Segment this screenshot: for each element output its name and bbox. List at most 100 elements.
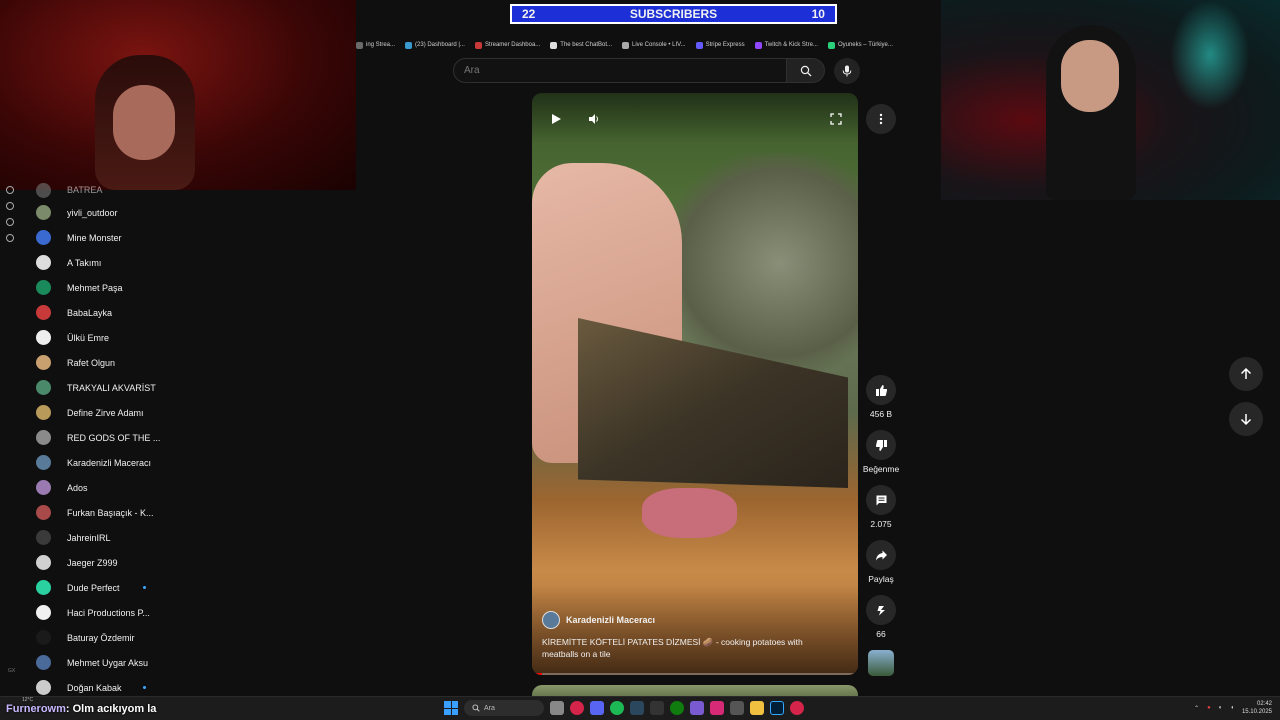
channel-avatar bbox=[36, 655, 51, 670]
subscriber-goal-title: SUBSCRIBERS bbox=[629, 7, 718, 21]
feedback-icon[interactable] bbox=[6, 218, 14, 226]
subscription-item[interactable]: Dude Perfect bbox=[36, 575, 186, 600]
taskbar-search[interactable]: Ara bbox=[464, 700, 544, 716]
subscription-name: RED GODS OF THE ... bbox=[67, 432, 161, 443]
bookmark-icon bbox=[474, 41, 482, 49]
subscription-item[interactable]: Ülkü Emre bbox=[36, 325, 186, 350]
remix-button[interactable] bbox=[866, 595, 896, 625]
subscription-item[interactable]: Define Zirve Adamı bbox=[36, 400, 186, 425]
next-video-button[interactable] bbox=[1229, 402, 1263, 436]
bookmark-item[interactable]: ing Strea... bbox=[356, 41, 395, 49]
subscription-name: BabaLayka bbox=[67, 307, 113, 318]
subscription-item[interactable]: yivli_outdoor bbox=[36, 200, 186, 225]
subscription-item[interactable]: BabaLayka bbox=[36, 300, 186, 325]
subscription-item[interactable]: JahreinIRL bbox=[36, 525, 186, 550]
bookmark-icon bbox=[405, 41, 413, 49]
play-button[interactable] bbox=[548, 111, 564, 127]
channel-avatar bbox=[36, 405, 51, 420]
history-icon[interactable] bbox=[6, 186, 14, 194]
subscription-name: TRAKYALI AKVARİST bbox=[67, 382, 156, 393]
subscription-item[interactable]: RED GODS OF THE ... bbox=[36, 425, 186, 450]
channel-avatar bbox=[36, 205, 51, 220]
taskview-icon[interactable] bbox=[550, 701, 564, 715]
discord-icon[interactable] bbox=[590, 701, 604, 715]
subscription-item[interactable]: Haci Productions P... bbox=[36, 600, 186, 625]
bookmarks-bar: ing Strea... (23) Dashboard |... Streame… bbox=[356, 38, 941, 52]
subscription-name: Rafet Olgun bbox=[67, 357, 116, 368]
share-action: Paylaş bbox=[863, 540, 899, 584]
file-explorer-icon[interactable] bbox=[750, 701, 764, 715]
video-progress-bar[interactable] bbox=[532, 673, 858, 675]
bookmark-item[interactable]: Twitch & Kick Stre... bbox=[754, 41, 818, 49]
opera-gx-icon[interactable] bbox=[570, 701, 584, 715]
subscription-item[interactable]: BATREA bbox=[36, 180, 186, 200]
channel-avatar bbox=[36, 580, 51, 595]
microphone-icon[interactable]: ● bbox=[1207, 705, 1211, 711]
channel-row[interactable]: Karadenizli Maceracı bbox=[542, 611, 655, 629]
video-caption[interactable]: KİREMİTTE KÖFTELİ PATATES DİZMESİ 🥔 - co… bbox=[542, 636, 832, 660]
remix-action: 66 bbox=[863, 595, 899, 639]
subscription-item[interactable]: TRAKYALI AKVARİST bbox=[36, 375, 186, 400]
subscription-item[interactable]: Karadenizli Maceracı bbox=[36, 450, 186, 475]
browser-icon[interactable] bbox=[790, 701, 804, 715]
taskbar-apps: Ara bbox=[444, 700, 804, 716]
settings-icon[interactable] bbox=[730, 701, 744, 715]
search-input[interactable] bbox=[453, 58, 787, 83]
subscriber-goal-target: 10 bbox=[811, 7, 825, 21]
more-options-button[interactable] bbox=[866, 104, 896, 134]
fullscreen-button[interactable] bbox=[828, 111, 844, 127]
previous-video-button[interactable] bbox=[1229, 357, 1263, 391]
subscription-item[interactable]: Mehmet Uygar Aksu bbox=[36, 650, 186, 675]
app-icon[interactable] bbox=[690, 701, 704, 715]
start-button[interactable] bbox=[444, 701, 458, 715]
settings-icon[interactable] bbox=[6, 234, 14, 242]
photoshop-icon[interactable] bbox=[770, 701, 784, 715]
clock-icon[interactable] bbox=[6, 202, 14, 210]
epic-games-icon[interactable] bbox=[650, 701, 664, 715]
steam-icon[interactable] bbox=[630, 701, 644, 715]
channel-avatar bbox=[36, 355, 51, 370]
bookmark-item[interactable]: Live Console • LIV... bbox=[622, 41, 686, 49]
bookmark-item[interactable]: The best ChatBot... bbox=[550, 41, 612, 49]
share-button[interactable] bbox=[866, 540, 896, 570]
chat-username: Furnerowm bbox=[6, 703, 66, 715]
bookmark-item[interactable]: (23) Dashboard |... bbox=[405, 41, 465, 49]
channel-avatar bbox=[36, 455, 51, 470]
chevron-up-icon[interactable]: ⌃ bbox=[1194, 705, 1199, 712]
shorts-video-player[interactable]: Karadenizli Maceracı KİREMİTTE KÖFTELİ P… bbox=[532, 93, 858, 675]
comment-count: 2.075 bbox=[870, 519, 892, 529]
bookmark-item[interactable]: Stripe Express bbox=[695, 41, 745, 49]
channel-name[interactable]: Karadenizli Maceracı bbox=[566, 615, 655, 625]
taskbar: Ara ⌃ ● ◐ ◖ 02:42 15.10.2025 bbox=[0, 696, 1280, 720]
clock[interactable]: 02:42 15.10.2025 bbox=[1242, 700, 1272, 716]
speaker-icon[interactable]: ◖ bbox=[1230, 705, 1234, 711]
volume-button[interactable] bbox=[586, 111, 602, 127]
search-button[interactable] bbox=[787, 58, 825, 83]
side-label: GX bbox=[8, 668, 16, 674]
subscription-item[interactable]: Mehmet Paşa bbox=[36, 275, 186, 300]
bookmark-item[interactable]: Streamer Dashboa... bbox=[474, 41, 540, 49]
subscription-item[interactable]: Mine Monster bbox=[36, 225, 186, 250]
share-icon bbox=[875, 550, 887, 560]
network-icon[interactable]: ◐ bbox=[1219, 705, 1223, 711]
sound-thumbnail[interactable] bbox=[868, 650, 894, 676]
spotify-icon[interactable] bbox=[610, 701, 624, 715]
like-button[interactable] bbox=[866, 375, 896, 405]
voice-search-button[interactable] bbox=[834, 58, 860, 84]
subscription-item[interactable]: Ados bbox=[36, 475, 186, 500]
subscription-name: Define Zirve Adamı bbox=[67, 407, 144, 418]
subscription-item[interactable]: Baturay Özdemir bbox=[36, 625, 186, 650]
channel-avatar bbox=[36, 380, 51, 395]
xbox-icon[interactable] bbox=[670, 701, 684, 715]
subscription-item[interactable]: Furkan Başıaçık - K... bbox=[36, 500, 186, 525]
search-icon bbox=[800, 65, 811, 76]
comment-button[interactable] bbox=[866, 485, 896, 515]
bookmark-item[interactable]: Oyuneks – Türkiye... bbox=[827, 41, 893, 49]
subscription-name: yivli_outdoor bbox=[67, 207, 118, 218]
dislike-button[interactable] bbox=[866, 430, 896, 460]
subscription-item[interactable]: A Takımı bbox=[36, 250, 186, 275]
remix-icon bbox=[877, 605, 885, 615]
subscription-item[interactable]: Jaeger Z999 bbox=[36, 550, 186, 575]
instagram-icon[interactable] bbox=[710, 701, 724, 715]
subscription-item[interactable]: Rafet Olgun bbox=[36, 350, 186, 375]
